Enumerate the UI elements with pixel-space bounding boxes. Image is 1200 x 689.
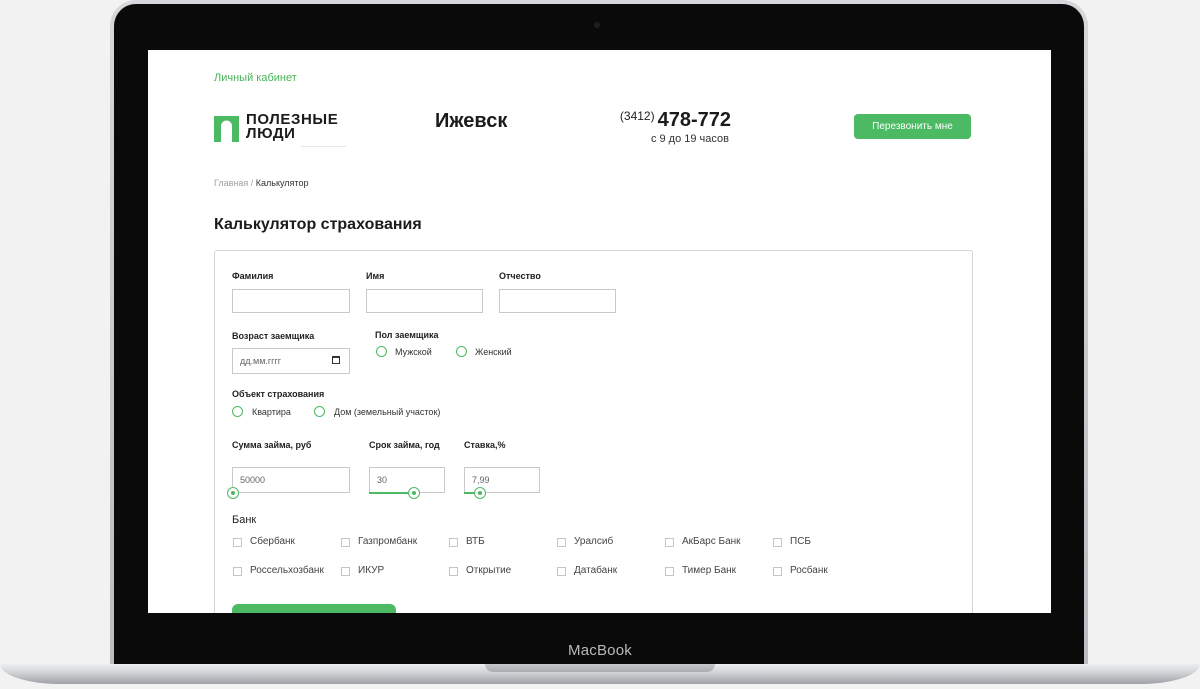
name-input[interactable] [366,289,483,313]
bank-checkbox-otkritie[interactable] [449,567,458,576]
breadcrumb: Главная / Калькулятор [214,178,308,188]
bank-checkbox-uralsib[interactable] [557,538,566,547]
calculate-button[interactable] [232,604,396,613]
bank-checkbox-rosbank[interactable] [773,567,782,576]
callback-button[interactable]: Перезвонить мне [854,114,971,139]
calendar-icon[interactable] [332,356,340,364]
bank-label-akbars: АкБарс Банк [682,536,741,547]
loan-amount-label: Сумма займа, руб [232,440,312,450]
bank-label-psb: ПСБ [790,536,811,547]
bank-checkbox-databank[interactable] [557,567,566,576]
bank-label-vtb: ВТБ [466,536,485,547]
loan-term-input[interactable]: 30 [369,467,445,493]
patronymic-label: Отчество [499,271,541,281]
patronymic-input[interactable] [499,289,616,313]
laptop-brand-label: MacBook [568,642,632,659]
bank-label-sberbank: Сбербанк [250,536,295,547]
insurance-object-label: Объект страхования [232,389,325,399]
breadcrumb-home[interactable]: Главная [214,178,248,188]
loan-amount-slider-handle[interactable] [227,487,239,499]
name-label: Имя [366,271,385,281]
bank-label-rosselkhozbank: Россельхозбанк [250,565,324,576]
bank-checkbox-ikur[interactable] [341,567,350,576]
object-apartment-radio[interactable] [232,406,243,417]
logo-divider [301,146,346,147]
city-name: Ижевск [435,110,508,132]
bank-checkbox-sberbank[interactable] [233,538,242,547]
gender-male-label: Мужской [395,347,432,357]
bank-checkbox-timerbank[interactable] [665,567,674,576]
bank-label-gazprombank: Газпромбанк [358,536,418,547]
bank-checkbox-vtb[interactable] [449,538,458,547]
page-title: Калькулятор страхования [214,216,422,233]
phone[interactable]: (3412) 478-772 [619,109,731,132]
bank-label-ikur: ИКУР [358,565,385,576]
gender-female-label: Женский [475,347,512,357]
phone-number: 478-772 [657,109,731,131]
loan-term-label: Срок займа, год [369,440,440,450]
loan-amount-input[interactable]: 50000 [232,467,350,493]
age-date-placeholder: дд.мм.гггг [240,356,282,366]
personal-cabinet-link[interactable]: Личный кабинет [214,72,297,84]
bank-label-databank: Датабанк [574,565,618,576]
bank-checkbox-rosselkhozbank[interactable] [233,567,242,576]
surname-label: Фамилия [232,271,274,281]
bank-checkbox-psb[interactable] [773,538,782,547]
object-house-radio[interactable] [314,406,325,417]
loan-term-slider-handle[interactable] [408,487,421,499]
breadcrumb-current: Калькулятор [255,178,309,188]
logo-mark-icon [214,116,239,142]
object-house-label: Дом (земельный участок) [334,407,441,417]
camera-icon [594,22,600,28]
bank-label: Банк [232,514,257,526]
object-apartment-label: Квартира [252,407,291,417]
gender-female-radio[interactable] [456,346,467,357]
laptop-notch [485,664,715,672]
logo-line-2: ЛЮДИ [246,125,296,142]
breadcrumb-separator: / [248,178,256,188]
bank-label-uralsib: Уралсиб [574,536,614,547]
age-date-input[interactable]: дд.мм.гггг [232,348,350,374]
gender-male-radio[interactable] [376,346,387,357]
age-label: Возраст заемщика [232,331,315,341]
loan-term-slider-track [369,492,414,494]
bank-checkbox-akbars[interactable] [665,538,674,547]
working-hours: с 9 до 19 часов [650,133,729,145]
gender-label: Пол заемщика [375,330,439,340]
bank-label-otkritie: Открытие [466,565,512,576]
surname-input[interactable] [232,289,350,313]
screen: Личный кабинет ПОЛЕЗНЫЕ ЛЮДИ Ижевск (341… [148,50,1051,613]
bank-checkbox-gazprombank[interactable] [341,538,350,547]
logo-text: ПОЛЕЗНЫЕ ЛЮДИ [246,112,338,142]
logo[interactable]: ПОЛЕЗНЫЕ ЛЮДИ [214,112,338,142]
rate-label: Ставка,% [464,440,506,450]
bank-label-rosbank: Росбанк [790,565,828,576]
bank-label-timerbank: Тимер Банк [682,565,737,576]
phone-code: (3412) [619,109,655,123]
